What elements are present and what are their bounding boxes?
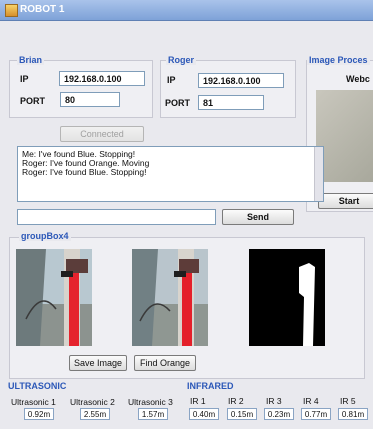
ir-3-label: IR 3: [266, 396, 282, 406]
connected-button[interactable]: Connected: [60, 126, 144, 142]
brian-ip-label: IP: [20, 74, 29, 84]
ultrasonic-2-label: Ultrasonic 2: [70, 397, 115, 407]
brian-legend: Brian: [17, 55, 45, 65]
camera-feed: [16, 249, 92, 346]
save-image-button[interactable]: Save Image: [69, 355, 127, 371]
window-title: ROBOT 1: [20, 4, 65, 15]
brian-group: [9, 60, 153, 118]
ultrasonic-2-value: 2.55m: [80, 408, 110, 420]
chat-log[interactable]: Me: I've found Blue. Stopping! Roger: I'…: [17, 146, 324, 202]
ir-3-value: 0.23m: [264, 408, 294, 420]
ir-5-label: IR 5: [340, 396, 356, 406]
ultrasonic-3-label: Ultrasonic 3: [128, 397, 173, 407]
processed-feed: [132, 249, 208, 346]
roger-port-field[interactable]: 81: [198, 95, 264, 110]
infrared-legend: INFRARED: [187, 381, 234, 391]
ir-4-value: 0.77m: [301, 408, 331, 420]
ultrasonic-1-value: 0.92m: [24, 408, 54, 420]
ultrasonic-1-label: Ultrasonic 1: [11, 397, 56, 407]
roger-legend: Roger: [166, 55, 197, 65]
webcam-label: Webc: [346, 74, 370, 84]
ir-4-label: IR 4: [303, 396, 319, 406]
ultrasonic-3-value: 1.57m: [138, 408, 168, 420]
ir-1-value: 0.40m: [189, 408, 219, 420]
ir-2-label: IR 2: [228, 396, 244, 406]
brian-port-label: PORT: [20, 96, 46, 106]
send-button[interactable]: Send: [222, 209, 294, 225]
roger-port-label: PORT: [165, 98, 191, 108]
groupbox4-legend: groupBox4: [19, 231, 71, 241]
chat-scrollbar[interactable]: [314, 147, 323, 201]
brian-ip-field[interactable]: 192.168.0.100: [59, 71, 145, 86]
chat-line: Roger: I've found Blue. Stopping!: [22, 167, 147, 177]
roger-ip-label: IP: [167, 75, 176, 85]
image-process-legend: Image Proces: [307, 55, 370, 65]
find-orange-button[interactable]: Find Orange: [134, 355, 196, 371]
roger-ip-field[interactable]: 192.168.0.100: [198, 73, 284, 88]
start-button[interactable]: Start: [318, 193, 373, 209]
ir-2-value: 0.15m: [227, 408, 257, 420]
title-bar: ROBOT 1: [0, 0, 373, 21]
ir-5-value: 0.81m: [338, 408, 368, 420]
app-icon: [5, 4, 18, 17]
webcam-preview: [316, 90, 373, 182]
ir-1-label: IR 1: [190, 396, 206, 406]
message-input[interactable]: [17, 209, 216, 225]
mask-feed: [249, 249, 325, 346]
brian-port-field[interactable]: 80: [60, 92, 120, 107]
ultrasonic-legend: ULTRASONIC: [8, 381, 67, 391]
